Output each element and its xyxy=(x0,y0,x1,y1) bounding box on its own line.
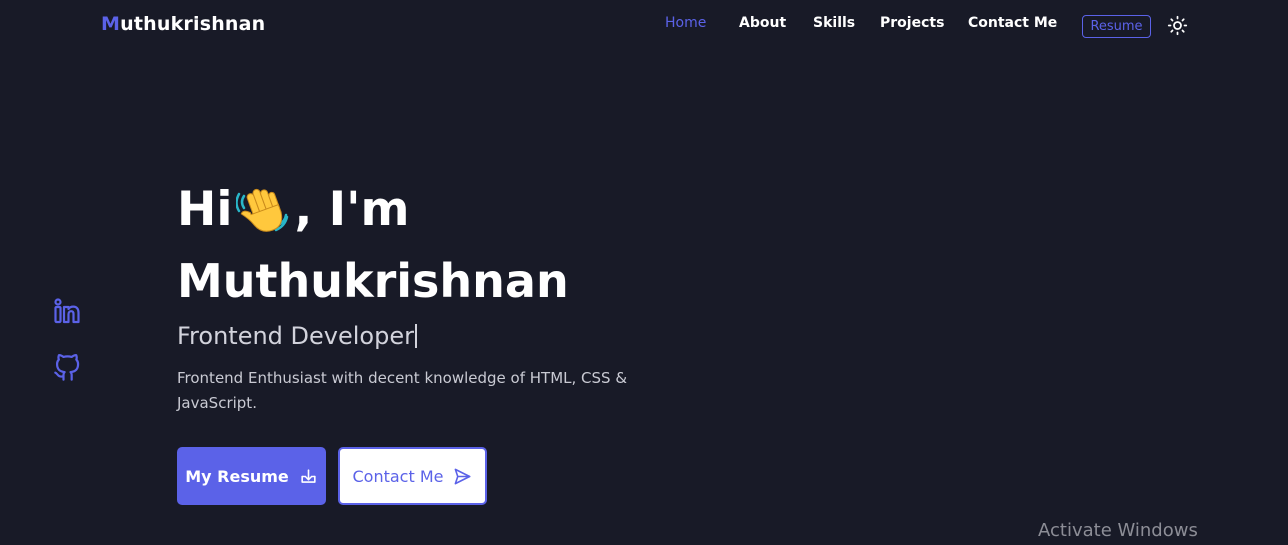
my-resume-button[interactable]: My Resume xyxy=(177,447,326,505)
hero-role: Frontend Developer xyxy=(177,322,414,350)
nav-link-contact[interactable]: Contact Me xyxy=(968,15,1057,31)
download-icon xyxy=(301,468,316,483)
activate-windows-watermark: Activate Windows xyxy=(1038,520,1198,541)
nav-resume-button[interactable]: Resume xyxy=(1082,15,1151,38)
navbar: Muthukrishnan Home About Skills Projects… xyxy=(0,0,1288,52)
github-link[interactable] xyxy=(53,354,81,382)
hero-name: Muthukrishnan xyxy=(177,254,569,308)
contact-me-button[interactable]: Contact Me xyxy=(338,447,487,505)
typing-cursor xyxy=(414,324,417,348)
nav-link-about[interactable]: About xyxy=(739,15,786,31)
sun-icon xyxy=(1167,15,1188,36)
waving-hand-icon xyxy=(235,182,292,238)
greeting-im: , I'm xyxy=(294,182,410,237)
nav-link-home[interactable]: Home xyxy=(665,15,706,31)
nav-link-projects[interactable]: Projects xyxy=(880,15,944,31)
theme-toggle-button[interactable] xyxy=(1167,15,1188,36)
nav-link-skills[interactable]: Skills xyxy=(813,15,855,31)
site-logo[interactable]: Muthukrishnan xyxy=(101,13,265,35)
linkedin-icon xyxy=(54,298,80,324)
greeting-hi: Hi xyxy=(177,182,233,237)
logo-text: uthukrishnan xyxy=(120,13,266,35)
my-resume-label: My Resume xyxy=(185,466,289,486)
send-icon xyxy=(455,468,471,484)
github-icon xyxy=(54,354,80,381)
contact-me-label: Contact Me xyxy=(352,466,444,486)
hero-description: Frontend Enthusiast with decent knowledg… xyxy=(177,369,628,412)
linkedin-link[interactable] xyxy=(53,297,81,325)
hero-greeting: Hi , I'm xyxy=(177,180,410,240)
hero-role-line: Frontend Developer xyxy=(177,320,417,352)
logo-initial: M xyxy=(101,13,121,35)
